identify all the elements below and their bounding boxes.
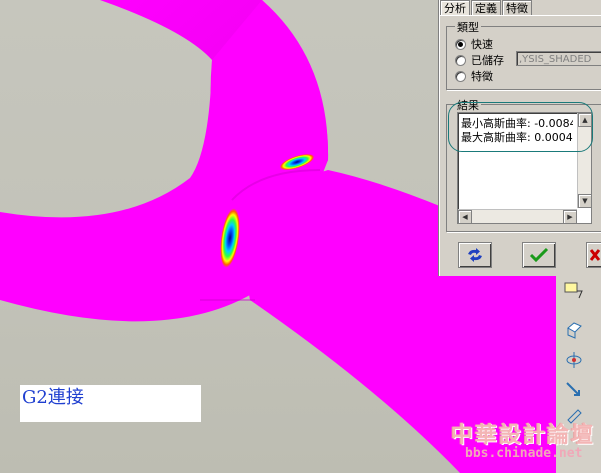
extend-tool[interactable]: [562, 377, 586, 401]
result-group-legend: 結果: [455, 97, 481, 113]
watermark-url: bbs.chinade.net: [465, 446, 583, 461]
radio-row-quick[interactable]: 快速: [455, 36, 493, 52]
cancel-button[interactable]: [586, 242, 601, 268]
tab-definition[interactable]: 定義: [471, 0, 501, 16]
radio-saved-label: 已儲存: [471, 54, 504, 67]
copy-surface-tool[interactable]: [562, 318, 586, 342]
watermark: 中華設計論壇 bbs.chinade.net: [441, 415, 601, 473]
scroll-right-icon[interactable]: ▶: [563, 210, 577, 224]
checkmark-icon: [529, 247, 549, 263]
result-list[interactable]: 最小高斯曲率: -0.0084 最大高斯曲率: 0.0004 ▲ ▼ ◀ ▶: [457, 112, 592, 224]
vertical-scrollbar[interactable]: ▲ ▼: [577, 113, 592, 208]
tab-bar: 分析 定義 特徵: [440, 0, 533, 16]
ok-button[interactable]: [522, 242, 556, 268]
refresh-icon: [468, 248, 482, 262]
radio-quick[interactable]: [455, 38, 466, 50]
watermark-title: 中華設計論壇: [451, 422, 596, 448]
extend-arrow-icon: [566, 382, 580, 396]
trim-tool[interactable]: [562, 348, 586, 372]
tab-analysis[interactable]: 分析: [440, 0, 470, 16]
scroll-up-icon[interactable]: ▲: [578, 113, 592, 127]
radio-feature-label: 特徵: [471, 70, 493, 83]
surface-copy-icon: [567, 322, 582, 339]
result-max-gaussian: 最大高斯曲率: 0.0004: [461, 131, 573, 144]
scroll-left-icon[interactable]: ◀: [458, 210, 472, 224]
datum-flag-icon: [564, 282, 583, 299]
radio-feature[interactable]: [455, 70, 466, 82]
caption-label: G2連接: [20, 385, 201, 422]
saved-analysis-field[interactable]: ,YSIS_SHADED: [516, 51, 601, 66]
datum-tool[interactable]: [562, 278, 586, 302]
radio-saved[interactable]: [455, 54, 466, 66]
type-group-legend: 類型: [455, 19, 481, 35]
tab-feature[interactable]: 特徵: [502, 0, 532, 16]
trim-icon: [566, 352, 582, 368]
radio-row-saved[interactable]: 已儲存: [455, 52, 504, 68]
close-icon: [589, 249, 601, 261]
analysis-panel: 分析 定義 特徵 類型 快速 已儲存 特徵 ,YSIS_SHADED 結果 最小…: [439, 0, 601, 276]
horizontal-scrollbar[interactable]: ◀ ▶: [458, 209, 577, 224]
radio-row-feature[interactable]: 特徵: [455, 68, 493, 84]
refresh-button[interactable]: [458, 242, 492, 268]
radio-quick-label: 快速: [471, 38, 493, 51]
scroll-down-icon[interactable]: ▼: [578, 194, 592, 208]
